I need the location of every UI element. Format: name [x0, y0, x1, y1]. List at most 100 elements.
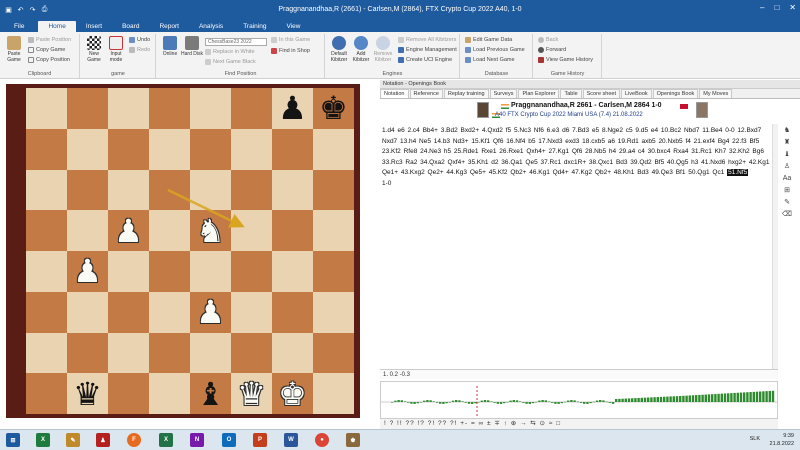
- board-square[interactable]: [313, 210, 354, 251]
- create-uci-engine-button[interactable]: Create UCI Engine: [398, 57, 452, 63]
- remove-kibitzer-button[interactable]: Remove Kibitzer: [372, 36, 394, 63]
- load-previous-game-button[interactable]: Load Previous Game: [465, 47, 525, 53]
- board-square[interactable]: ♚: [313, 88, 354, 129]
- board-square[interactable]: [26, 210, 67, 251]
- edit-game-data-button[interactable]: Edit Game Data: [465, 37, 512, 43]
- replace-in-white-button[interactable]: Replace in White: [205, 49, 255, 55]
- moves-text[interactable]: 1.d4 e6 2.c4 Bb4+ 3.Bd2 Bxd2+ 4.Qxd2 f5 …: [382, 127, 769, 176]
- black-pawn-icon[interactable]: ♟: [278, 92, 307, 124]
- default-kibitzer-button[interactable]: Default Kibitzer: [328, 36, 350, 63]
- board-square[interactable]: [313, 169, 354, 211]
- copy-position-button[interactable]: Copy Position: [28, 57, 70, 63]
- black-queen-icon[interactable]: ♛: [73, 378, 102, 410]
- board-square[interactable]: [108, 169, 149, 211]
- tab-view[interactable]: View: [276, 21, 310, 32]
- paste-position-button[interactable]: Paste Position: [28, 37, 71, 43]
- tab-my-moves[interactable]: My Moves: [699, 89, 733, 98]
- board-square[interactable]: [26, 332, 67, 374]
- board-square[interactable]: [149, 291, 190, 333]
- windows-start-icon[interactable]: ⊞: [6, 433, 20, 447]
- board-square[interactable]: [272, 291, 313, 333]
- board-square[interactable]: [231, 332, 272, 374]
- load-next-game-button[interactable]: Load Next Game: [465, 57, 515, 63]
- vertical-scrollbar[interactable]: [772, 124, 778, 369]
- annotation-symbol-bar[interactable]: ! ? !! ?? !? ?! ?? ?! +- = ∞ ± ∓ ↑ ⊕ → ⇆…: [380, 419, 778, 429]
- board-square[interactable]: ♟: [272, 88, 313, 129]
- outlook-icon[interactable]: O: [222, 433, 236, 447]
- tab-openings-book[interactable]: Openings Book: [652, 89, 699, 98]
- board-square[interactable]: [67, 169, 108, 211]
- engine-management-button[interactable]: Engine Management: [398, 47, 457, 53]
- pen-icon[interactable]: ✎: [781, 198, 793, 208]
- tab-report[interactable]: Report: [149, 21, 189, 32]
- board-square[interactable]: [313, 373, 354, 414]
- tab-file[interactable]: File: [0, 21, 38, 32]
- board-square[interactable]: [190, 88, 231, 129]
- board-square[interactable]: [272, 128, 313, 170]
- move-list[interactable]: 1.d4 e6 2.c4 Bb4+ 3.Bd2 Bxd2+ 4.Qxd2 f5 …: [382, 126, 772, 366]
- board-square[interactable]: [67, 88, 108, 129]
- board-square[interactable]: ♚: [272, 373, 313, 414]
- chess-pawn-app-icon[interactable]: ♟: [96, 433, 110, 447]
- white-pawn-icon[interactable]: ♟: [73, 255, 102, 287]
- tab-notation[interactable]: Notation: [380, 89, 409, 98]
- board-square[interactable]: [313, 291, 354, 333]
- board-square[interactable]: [272, 210, 313, 251]
- hard-disk-button[interactable]: Hard Disk: [181, 36, 203, 57]
- paste-game-button[interactable]: Paste Game: [3, 36, 25, 63]
- powerpoint-icon[interactable]: P: [253, 433, 267, 447]
- board-square[interactable]: [149, 373, 190, 414]
- board-square[interactable]: [149, 332, 190, 374]
- new-game-button[interactable]: New Game: [83, 36, 105, 63]
- tab-home[interactable]: Home: [38, 21, 76, 32]
- board-square[interactable]: ♟: [108, 210, 149, 251]
- board-square[interactable]: [108, 291, 149, 333]
- board-square[interactable]: [26, 88, 67, 129]
- board-square[interactable]: [26, 251, 67, 292]
- board-square[interactable]: [67, 291, 108, 333]
- board-square[interactable]: [231, 88, 272, 129]
- close-icon[interactable]: ✕: [789, 3, 796, 12]
- font-icon[interactable]: Aa: [781, 174, 793, 184]
- eraser-icon[interactable]: ⌫: [781, 210, 793, 220]
- board-square[interactable]: [108, 332, 149, 374]
- board-square[interactable]: [313, 251, 354, 292]
- board-square[interactable]: [149, 169, 190, 211]
- board-square[interactable]: [149, 251, 190, 292]
- board-square[interactable]: [231, 291, 272, 333]
- add-kibitzer-button[interactable]: Add Kibitzer: [350, 36, 372, 63]
- white-queen-icon[interactable]: ♛: [237, 378, 266, 410]
- tab-replay-training[interactable]: Replay training: [443, 89, 489, 98]
- find-in-shop-button[interactable]: Find in Shop: [271, 48, 310, 54]
- chrome-icon[interactable]: ●: [315, 433, 329, 447]
- language-indicator[interactable]: SLK: [750, 436, 760, 442]
- board-square[interactable]: [26, 169, 67, 211]
- white-pawn-icon[interactable]: ♟: [196, 296, 225, 328]
- tab-score-sheet[interactable]: Score sheet: [582, 89, 620, 98]
- board-square[interactable]: [67, 128, 108, 170]
- redo-icon[interactable]: ↷: [28, 6, 37, 15]
- board-square[interactable]: ♟: [67, 251, 108, 292]
- next-game-black-button[interactable]: Next Game Black: [205, 59, 256, 65]
- save-icon[interactable]: ▣: [4, 6, 13, 15]
- system-clock[interactable]: 9:39 21.8.2022: [770, 432, 794, 448]
- board-square[interactable]: [231, 210, 272, 251]
- excel-icon[interactable]: X: [159, 433, 173, 447]
- chessboard[interactable]: ♟ ♚ ♟ ♞ ♟ ♟ ♛ ♝ ♛ ♚: [26, 88, 354, 414]
- board-square[interactable]: [108, 88, 149, 129]
- white-king-icon[interactable]: ♚: [278, 378, 307, 410]
- board-square[interactable]: ♟: [190, 291, 231, 333]
- input-mode-button[interactable]: Input mode: [105, 36, 127, 63]
- analysis-icon[interactable]: ♜: [781, 138, 793, 148]
- board-square[interactable]: [272, 332, 313, 374]
- redo-button[interactable]: Redo: [129, 47, 150, 53]
- copy-game-button[interactable]: Copy Game: [28, 47, 65, 53]
- board-square[interactable]: ♝: [190, 373, 231, 414]
- board-square[interactable]: [190, 169, 231, 211]
- black-bishop-icon[interactable]: ♝: [196, 378, 225, 410]
- board-square[interactable]: [231, 169, 272, 211]
- evaluation-graph[interactable]: [380, 381, 778, 419]
- board-square[interactable]: [313, 332, 354, 374]
- board-square[interactable]: ♞: [190, 210, 231, 251]
- board-square[interactable]: [190, 128, 231, 170]
